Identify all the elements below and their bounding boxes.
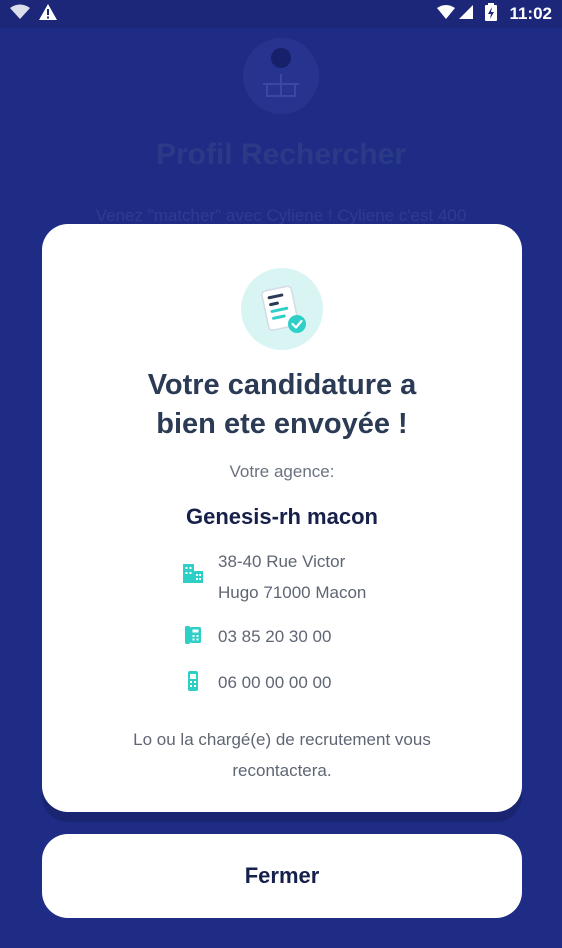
background-title: Profil Rechercher [155,138,407,171]
dialog-title: Votre candidature a bien ete envoyée ! [42,366,522,444]
status-right: 11:02 [437,2,552,26]
wifi-icon [10,4,30,25]
dialog-title-line-2: bien ete envoyée ! [156,408,408,440]
agency-label: Votre agence: [229,462,335,481]
close-button[interactable]: Fermer [42,834,522,918]
phone-icon [182,624,206,648]
mobile-phone-icon [182,670,206,694]
signal-icon [437,4,477,25]
address-line-1: 38-40 Rue Victor [218,552,346,571]
agency-address-row: 38-40 Rue Victor Hugo 71000 Macon [182,546,398,608]
status-bar: 11:02 [0,0,562,28]
warning-icon [38,3,58,26]
recruiter-contact-note: Lo ou la chargé(e) de recrutement vous r… [82,724,482,786]
status-time: 11:02 [509,4,552,23]
document-check-icon [241,268,323,350]
agency-mobile[interactable]: 06 00 00 00 00 [218,667,331,698]
agency-name: Genesis-rh macon [186,504,378,529]
status-left [10,3,58,26]
agency-address: 38-40 Rue Victor Hugo 71000 Macon [218,546,398,608]
agency-mobile-row[interactable]: 06 00 00 00 00 [182,667,331,698]
building-icon [182,562,206,586]
address-line-2: Hugo 71000 Macon [218,583,367,602]
agency-phone-row[interactable]: 03 85 20 30 00 [182,621,331,652]
profile-logo-icon [243,38,319,114]
dialog-title-line-1: Votre candidature a [147,369,417,401]
background-subtitle: Venez "matcher" avec Cyliene ! Cyliene c… [95,206,467,225]
contact-note-line-2: recontactera. [232,761,332,780]
battery-icon [485,2,498,26]
application-sent-dialog: Votre candidature a bien ete envoyée ! V… [42,224,522,812]
contact-note-line-1: Lo ou la chargé(e) de recrutement vous [133,730,431,749]
agency-phone[interactable]: 03 85 20 30 00 [218,621,331,652]
